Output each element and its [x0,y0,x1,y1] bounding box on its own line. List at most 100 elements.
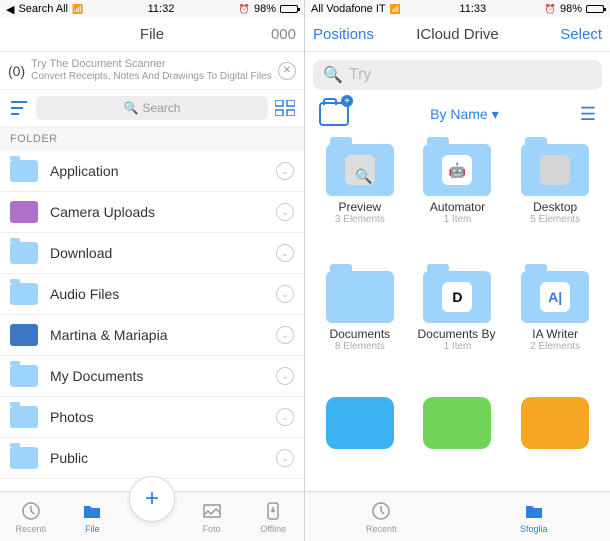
chevron-down-icon[interactable]: ⌄ [276,326,294,344]
status-bar: All Vodafone IT 11:33 98% [305,0,610,18]
item-meta: 2 Elements [530,341,580,352]
sfoglia-icon [523,500,545,522]
offline-icon [262,500,284,522]
grid-item[interactable] [313,397,407,481]
nav-back[interactable]: Positions [313,26,383,43]
battery-icon [280,5,298,13]
folder-grid: 🔍Preview3 Elements🤖Automator1 ItemDeskto… [305,134,610,491]
back-icon: ◀ [6,3,14,16]
folder-icon: D [423,271,491,323]
folder-row[interactable]: Public ⌄ [0,438,304,479]
folder-label: Audio Files [50,286,264,302]
search-input[interactable]: 🔍 Search [36,96,268,120]
folder-label: Application [50,163,264,179]
folder-icon [10,406,38,428]
grid-item[interactable]: A|IA Writer2 Elements [508,271,602,384]
folder-icon [326,271,394,323]
nav-title: File [78,26,226,43]
sort-icon[interactable] [8,97,30,119]
grid-item[interactable] [411,397,505,481]
tab-label: Sfoglia [520,524,548,534]
nav-bar: Positions ICloud Drive Select [305,18,610,52]
folder-label: Download [50,245,264,261]
folder-row[interactable]: Download ⌄ [0,233,304,274]
tab-label: Offline [260,524,286,534]
search-placeholder: Search [142,101,180,115]
folder-label: My Documents [50,368,264,384]
tab-label: Recenti [366,524,397,534]
item-name: IA Writer [532,327,578,341]
nav-right[interactable]: 000 [226,26,296,43]
search-value: Try [349,66,372,84]
folder-row[interactable]: Martina & Mariapia⌄ [0,315,304,356]
status-bar: ◀ Search All 11:32 98% [0,0,304,18]
folder-icon [10,201,38,223]
item-meta: 5 Elements [530,214,580,225]
folder-label: Public [50,450,264,466]
tab-recenti[interactable]: Recenti [6,500,56,534]
file-icon [81,500,103,522]
list-view-icon[interactable]: ☰ [580,104,596,125]
folder-row[interactable]: Application ⌄ [0,151,304,192]
banner-text: Try The Document Scanner Convert Receipt… [31,58,272,83]
wifi-icon [72,3,83,15]
item-name: Preview [338,200,381,214]
tab-offline[interactable]: Offline [248,500,298,534]
grid-item[interactable]: DDocuments By Readdle1 Item [411,271,505,384]
folder-row[interactable]: Camera Uploads⌄ [0,192,304,233]
chevron-down-icon[interactable]: ⌄ [276,244,294,262]
tab-file[interactable]: File [67,500,117,534]
chevron-down-icon[interactable]: ⌄ [276,449,294,467]
search-input[interactable]: 🔍 Try [313,60,602,90]
tab-recenti[interactable]: Recenti [356,500,406,534]
tab-label: Recenti [16,524,47,534]
tab-foto[interactable]: Foto [187,500,237,534]
chevron-down-icon[interactable]: ⌄ [276,367,294,385]
grid-item[interactable]: Desktop5 Elements [508,144,602,257]
folder-icon [10,365,38,387]
grid-view-icon[interactable] [274,97,296,119]
folder-icon [521,144,589,196]
chevron-down-icon[interactable]: ⌄ [276,203,294,221]
grid-toolbar: By Name ▾ ☰ [305,98,610,134]
new-folder-button[interactable] [319,102,349,126]
grid-item[interactable]: 🔍 Preview3 Elements [313,144,407,257]
grid-item[interactable]: Documents8 Elements [313,271,407,384]
left-pane: ◀ Search All 11:32 98% File 000 (0) Try … [0,0,305,541]
folder-icon [10,283,38,305]
grid-item[interactable]: 🤖Automator1 Item [411,144,505,257]
folder-icon: 🤖 [423,144,491,196]
tab-sfoglia[interactable]: Sfoglia [509,500,559,534]
folder-row[interactable]: Audio Files ⌄ [0,274,304,315]
add-button[interactable]: + [129,476,175,522]
right-pane: All Vodafone IT 11:33 98% Positions IClo… [305,0,610,541]
item-meta: 8 Elements [335,341,385,352]
battery-label: 98% [560,3,582,15]
folder-icon [10,242,38,264]
chevron-down-icon: ▾ [492,106,499,123]
folder-icon: 🔍 [326,144,394,196]
tab-label: Foto [203,524,221,534]
folder-icon [10,160,38,182]
chevron-down-icon[interactable]: ⌄ [276,285,294,303]
folder-row[interactable]: Photos ⌄ [0,397,304,438]
item-name: Documents By Readdle [417,327,497,341]
item-name: Automator [430,200,485,214]
nav-select[interactable]: Select [532,26,602,43]
tab-bar: + RecentiFileFotoOffline [0,491,304,541]
folder-label: Photos [50,409,264,425]
item-name: Documents [329,327,390,341]
folder-row[interactable]: My Documents ⌄ [0,356,304,397]
chevron-down-icon[interactable]: ⌄ [276,408,294,426]
item-meta: 3 Elements [335,214,385,225]
chevron-down-icon[interactable]: ⌄ [276,162,294,180]
promo-banner[interactable]: (0) Try The Document Scanner Convert Rec… [0,52,304,90]
battery-label: 98% [254,3,276,15]
close-icon[interactable]: ✕ [278,62,296,80]
clock: 11:32 [83,3,239,15]
nav-title: ICloud Drive [383,26,532,43]
grid-item[interactable] [508,397,602,481]
sort-button[interactable]: By Name ▾ [430,106,499,123]
alarm-icon [239,3,250,15]
folder-icon [10,447,38,469]
